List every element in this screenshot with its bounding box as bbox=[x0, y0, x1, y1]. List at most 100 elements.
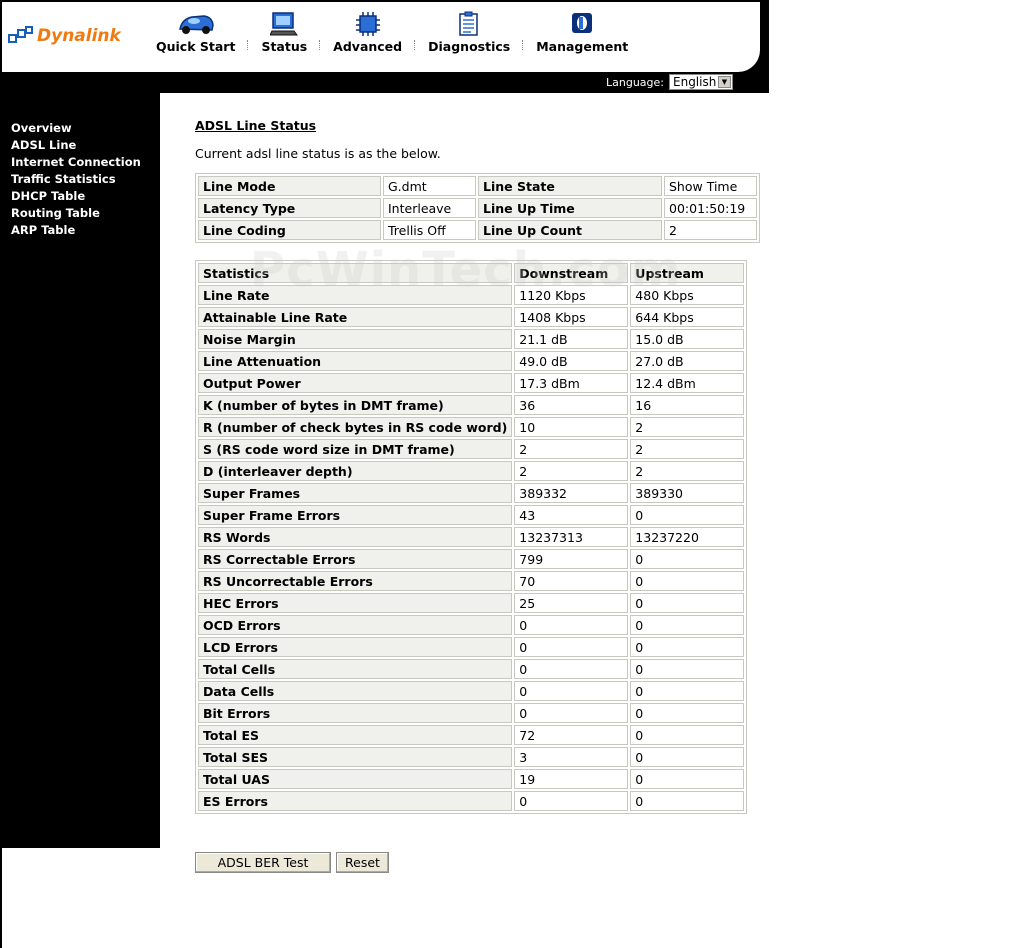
upstream-value: 0 bbox=[630, 681, 745, 701]
nav-separator bbox=[522, 40, 524, 50]
stat-label: LCD Errors bbox=[198, 637, 513, 657]
downstream-value: 72 bbox=[514, 725, 629, 745]
top-nav: Quick Start Status Advanced Diagnostics … bbox=[156, 10, 628, 54]
sidebar-item-overview[interactable]: Overview bbox=[11, 120, 141, 137]
table-row: Total Cells 0 0 bbox=[198, 659, 745, 679]
language-dropdown[interactable]: English ▼ bbox=[669, 74, 733, 90]
downstream-value: 36 bbox=[514, 395, 629, 415]
downstream-value: 13237313 bbox=[514, 527, 629, 547]
table-row: Line Mode G.dmt Line State Show Time bbox=[198, 176, 757, 196]
table-row: Total ES 72 0 bbox=[198, 725, 745, 745]
upstream-value: 644 Kbps bbox=[630, 307, 745, 327]
upstream-value: 0 bbox=[630, 549, 745, 569]
sidebar-item-internet-connection[interactable]: Internet Connection bbox=[11, 154, 141, 171]
statistics-table: Statistics Downstream Upstream Line Rate 112… bbox=[195, 260, 748, 814]
table-row: Output Power 17.3 dBm 12.4 dBm bbox=[198, 373, 745, 393]
upstream-value: 2 bbox=[630, 461, 745, 481]
nav-label: Status bbox=[261, 39, 308, 54]
upstream-value: 0 bbox=[630, 769, 745, 789]
table-row: RS Correctable Errors 799 0 bbox=[198, 549, 745, 569]
chevron-down-icon[interactable]: ▼ bbox=[718, 76, 731, 88]
stat-label: Total ES bbox=[198, 725, 513, 745]
upstream-value: 0 bbox=[630, 571, 745, 591]
upstream-value: 0 bbox=[630, 791, 745, 811]
table-row: Total SES 3 0 bbox=[198, 747, 745, 767]
sidebar-item-adsl-line[interactable]: ADSL Line bbox=[11, 137, 141, 154]
stat-label: Total UAS bbox=[198, 769, 513, 789]
table-row: D (interleaver depth) 2 2 bbox=[198, 461, 745, 481]
upstream-value: 0 bbox=[630, 747, 745, 767]
downstream-value: 389332 bbox=[514, 483, 629, 503]
stat-label: Output Power bbox=[198, 373, 513, 393]
stat-label: ES Errors bbox=[198, 791, 513, 811]
table-row: Bit Errors 0 0 bbox=[198, 703, 745, 723]
table-header-row: Statistics Downstream Upstream bbox=[198, 263, 745, 283]
stat-label: Noise Margin bbox=[198, 329, 513, 349]
stat-label: S (RS code word size in DMT frame) bbox=[198, 439, 513, 459]
sidebar-item-arp-table[interactable]: ARP Table bbox=[11, 222, 141, 239]
field-value: Show Time bbox=[664, 176, 757, 196]
downstream-value: 43 bbox=[514, 505, 629, 525]
upstream-value: 16 bbox=[630, 395, 745, 415]
language-selected: English bbox=[673, 75, 717, 89]
language-selector: Language: English ▼ bbox=[606, 74, 733, 90]
upstream-value: 480 Kbps bbox=[630, 285, 745, 305]
nav-separator bbox=[414, 40, 416, 50]
table-row: Latency Type Interleave Line Up Time 00:01:… bbox=[198, 198, 757, 218]
nav-management[interactable]: Management bbox=[536, 10, 628, 54]
sidebar-item-dhcp-table[interactable]: DHCP Table bbox=[11, 188, 141, 205]
upstream-value: 13237220 bbox=[630, 527, 745, 547]
table-row: Attainable Line Rate 1408 Kbps 644 Kbps bbox=[198, 307, 745, 327]
stat-label: Super Frame Errors bbox=[198, 505, 513, 525]
stat-label: Super Frames bbox=[198, 483, 513, 503]
field-value: 00:01:50:19 bbox=[664, 198, 757, 218]
nav-quick-start[interactable]: Quick Start bbox=[156, 10, 235, 54]
downstream-value: 2 bbox=[514, 461, 629, 481]
reset-button[interactable]: Reset bbox=[336, 852, 389, 873]
chip-icon bbox=[355, 12, 380, 36]
line-info-table: Line Mode G.dmt Line State Show Time Latency… bbox=[195, 173, 760, 243]
table-row: K (number of bytes in DMT frame) 36 16 bbox=[198, 395, 745, 415]
language-label: Language: bbox=[606, 75, 664, 89]
upstream-value: 12.4 dBm bbox=[630, 373, 745, 393]
downstream-value: 0 bbox=[514, 681, 629, 701]
nav-label: Diagnostics bbox=[428, 39, 511, 54]
nav-status[interactable]: Status bbox=[261, 10, 307, 54]
table-row: ES Errors 0 0 bbox=[198, 791, 745, 811]
field-label: Line Mode bbox=[198, 176, 381, 196]
downstream-value: 49.0 dB bbox=[514, 351, 629, 371]
downstream-value: 3 bbox=[514, 747, 629, 767]
upstream-value: 2 bbox=[630, 439, 745, 459]
main-content: ADSL Line Status Current adsl line statu… bbox=[195, 118, 441, 161]
downstream-value: 21.1 dB bbox=[514, 329, 629, 349]
sidebar-item-traffic-statistics[interactable]: Traffic Statistics bbox=[11, 171, 141, 188]
nav-advanced[interactable]: Advanced bbox=[333, 10, 402, 54]
stat-label: Attainable Line Rate bbox=[198, 307, 513, 327]
downstream-value: 25 bbox=[514, 593, 629, 613]
table-row: RS Uncorrectable Errors 70 0 bbox=[198, 571, 745, 591]
left-border bbox=[0, 0, 2, 948]
stat-label: OCD Errors bbox=[198, 615, 513, 635]
upstream-value: 0 bbox=[630, 725, 745, 745]
field-value: G.dmt bbox=[383, 176, 476, 196]
brand-logo[interactable]: Dynalink bbox=[8, 26, 121, 46]
downstream-value: 1408 Kbps bbox=[514, 307, 629, 327]
upstream-value: 0 bbox=[630, 637, 745, 657]
upstream-value: 0 bbox=[630, 703, 745, 723]
upstream-value: 0 bbox=[630, 659, 745, 679]
sidebar-menu: Overview ADSL Line Internet Connection T… bbox=[11, 120, 141, 239]
downstream-value: 70 bbox=[514, 571, 629, 591]
dynalink-logo-icon bbox=[8, 26, 33, 43]
stat-label: Total Cells bbox=[198, 659, 513, 679]
adsl-ber-test-button[interactable]: ADSL BER Test bbox=[195, 852, 331, 873]
table-row: Data Cells 0 0 bbox=[198, 681, 745, 701]
nav-diagnostics[interactable]: Diagnostics bbox=[428, 10, 510, 54]
downstream-value: 19 bbox=[514, 769, 629, 789]
page-title: ADSL Line Status bbox=[195, 118, 317, 133]
monitor-icon bbox=[270, 12, 299, 36]
downstream-value: 0 bbox=[514, 659, 629, 679]
downstream-value: 17.3 dBm bbox=[514, 373, 629, 393]
upstream-value: 0 bbox=[630, 505, 745, 525]
stat-label: Line Attenuation bbox=[198, 351, 513, 371]
sidebar-item-routing-table[interactable]: Routing Table bbox=[11, 205, 141, 222]
